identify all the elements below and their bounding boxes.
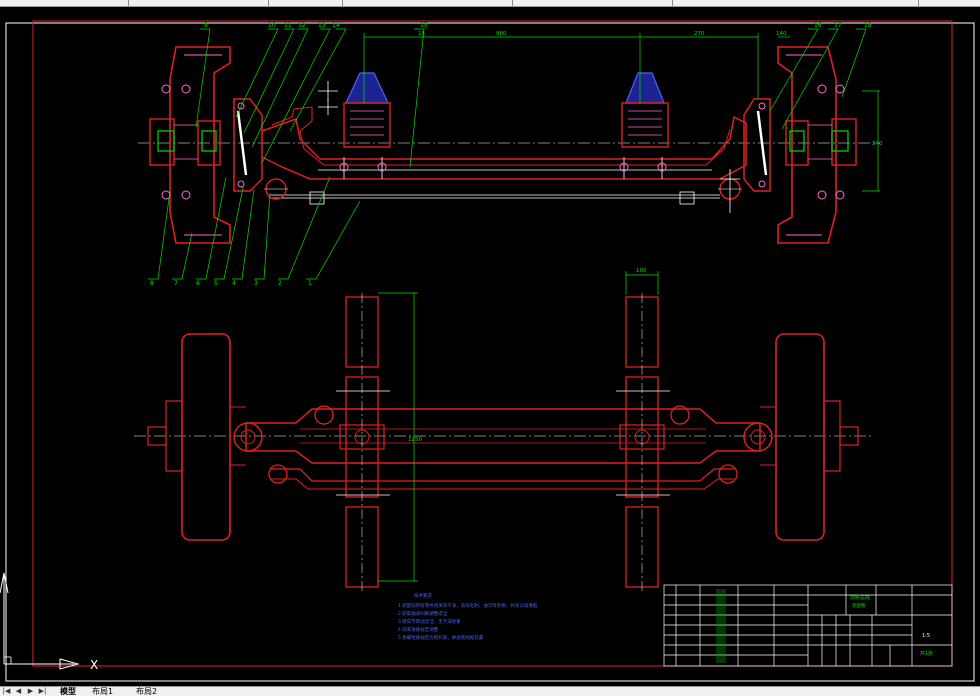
- outer-frame: [5, 22, 975, 682]
- dim-d_plan_long: 1250: [408, 437, 422, 443]
- balloon-label: 14: [332, 22, 340, 29]
- balloon-label: 18: [864, 22, 872, 29]
- balloon-label: 10: [268, 22, 276, 29]
- left-spring-seat: [339, 72, 391, 179]
- plan-view: 1250 100: [134, 268, 872, 591]
- right-spring-seat: [619, 72, 669, 179]
- left-wheel: [147, 333, 246, 541]
- tab-nav-last-button[interactable]: ▶|: [38, 688, 47, 695]
- toolbar-separator: [128, 0, 129, 6]
- notes-line: 2.轮毂轴承间隙调整适当: [398, 610, 447, 617]
- balloon-label: 8: [150, 280, 154, 287]
- left-leaf-spring-plan: [336, 293, 390, 591]
- ucs-icon: X: [0, 572, 98, 672]
- cad-window: 15 980 270 140 340 9 10 11 12 13 14 15 1…: [0, 0, 980, 696]
- left-brake-drum: [149, 46, 231, 244]
- title-block-scale: 1:5: [922, 633, 930, 639]
- dim-d_plan_small: 100: [636, 268, 647, 274]
- balloon-label: 17: [834, 22, 842, 29]
- tab-layout1[interactable]: 布局1: [92, 687, 113, 696]
- balloon-label: 3: [254, 280, 258, 287]
- title-block-drawing-subtitle: 装配图: [852, 602, 866, 609]
- balloon-label: 5: [214, 280, 218, 287]
- balloon-label: 1: [308, 280, 312, 287]
- balloon-label: 11: [284, 22, 292, 29]
- tab-nav-first-button[interactable]: |◀: [2, 688, 11, 695]
- balloon-label: 16: [814, 22, 822, 29]
- title-block-sheet: 共1张: [920, 650, 933, 657]
- toolbar-separator: [512, 0, 513, 6]
- dim-d_side_v: 340: [872, 141, 883, 147]
- tab-layout2[interactable]: 布局2: [136, 687, 157, 696]
- balloon-label: 6: [196, 280, 200, 287]
- balloon-label: 15: [420, 22, 428, 29]
- notes-title: 技术要求: [414, 592, 432, 599]
- toolbar-strip: [0, 0, 980, 7]
- right-knuckle: [743, 98, 771, 192]
- notes-line: 4.前束值按规定调整: [398, 626, 439, 633]
- toolbar-separator: [918, 0, 919, 6]
- technical-notes: 技术要求 1.装配前所有零件须清洗干净，去除毛刺、油污等杂物，并涂以润滑脂 2.…: [398, 592, 538, 641]
- toolbar-separator: [342, 0, 343, 6]
- notes-line: 3.转向节转动灵活，无卡滞现象: [398, 618, 461, 625]
- tab-nav-prev-button[interactable]: ◀: [14, 688, 23, 695]
- tab-nav-next-button[interactable]: ▶: [26, 688, 35, 695]
- right-wheel: [760, 333, 859, 541]
- balloon-label: 2: [278, 280, 282, 287]
- drawing-border: [32, 20, 953, 667]
- balloon-label: 13: [318, 22, 326, 29]
- tab-model[interactable]: 模型: [60, 687, 76, 696]
- drawing-canvas[interactable]: 15 980 270 140 340 9 10 11 12 13 14 15 1…: [0, 7, 980, 686]
- toolbar-separator: [672, 0, 673, 6]
- right-leaf-spring-plan: [616, 293, 670, 591]
- ucs-x-label: X: [90, 658, 98, 672]
- dim-d_top_right: 270: [694, 31, 705, 37]
- notes-line: 5.各螺栓按规定力矩拧紧，并加装防松装置: [398, 634, 484, 641]
- notes-line: 1.装配前所有零件须清洗干净，去除毛刺、油污等杂物，并涂以润滑脂: [398, 602, 538, 609]
- toolbar-separator: [268, 0, 269, 6]
- title-block: [663, 584, 953, 667]
- dim-d_right_far: 140: [776, 31, 787, 37]
- balloon-label: 4: [232, 280, 236, 287]
- balloon-label: 12: [298, 22, 306, 29]
- title-block-fill: [716, 589, 726, 663]
- balloon-label: 9: [204, 22, 208, 29]
- dim-d_top_mid: 980: [496, 31, 507, 37]
- title-block-drawing-title: 前桥总成: [850, 594, 870, 601]
- dim-d_top_left: 15: [418, 31, 425, 37]
- layout-tabs-bar: |◀ ◀ ▶ ▶| 模型 布局1 布局2: [0, 686, 980, 696]
- balloon-label: 7: [174, 280, 178, 287]
- right-brake-drum: [777, 46, 857, 244]
- side-view: 15 980 270 140 340 9 10 11 12 13 14 15 1…: [138, 22, 883, 287]
